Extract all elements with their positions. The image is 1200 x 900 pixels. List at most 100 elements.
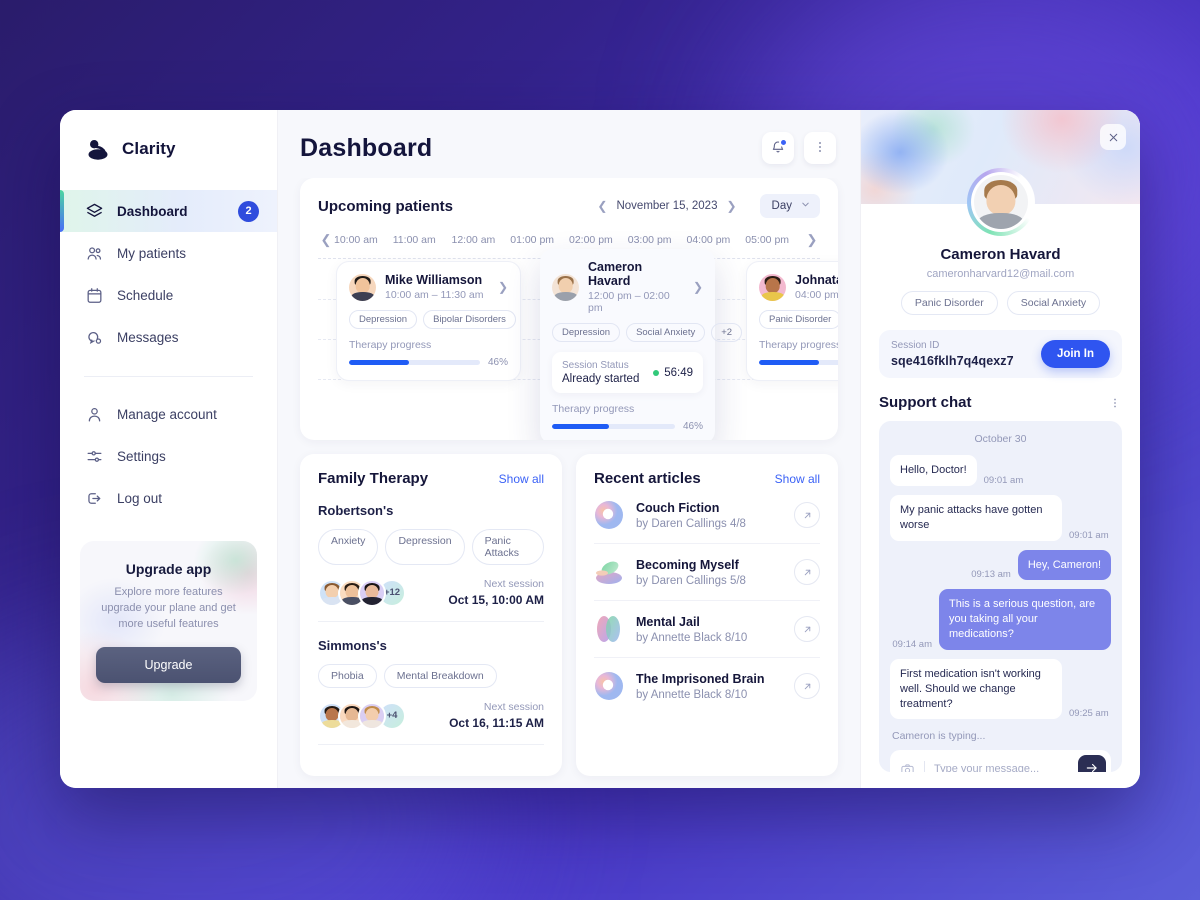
notifications-button[interactable] xyxy=(762,132,794,164)
chevron-right-icon[interactable]: ❯ xyxy=(498,280,508,294)
sidebar-item-manage-account[interactable]: Manage account xyxy=(60,393,277,435)
chevron-left-icon[interactable]: ❮ xyxy=(597,200,607,212)
article-thumbnail xyxy=(594,500,624,530)
profile-name: Cameron Havard xyxy=(940,246,1061,263)
chevron-right-icon[interactable]: ❯ xyxy=(726,200,736,212)
show-all-link[interactable]: Show all xyxy=(775,472,820,486)
chevron-down-icon xyxy=(800,199,811,213)
patient-tags: Depression Bipolar Disorders xyxy=(349,310,516,329)
sidebar-item-label: Dashboard xyxy=(117,203,188,219)
next-session-label: Next session xyxy=(483,578,544,590)
article-row[interactable]: Couch Fiction by Daren Callings 4/8 xyxy=(594,487,820,543)
patient-name: Cameron Havard xyxy=(588,260,643,288)
sidebar-divider xyxy=(84,376,253,377)
session-timer: 56:49 xyxy=(653,367,693,379)
live-dot-icon xyxy=(653,369,660,376)
patient-card-header: Mike Williamson 10:00 am – 11:30 am ❯ xyxy=(349,273,508,301)
article-row[interactable]: The Imprisoned Brain by Annette Black 8/… xyxy=(594,658,820,714)
patient-card-cameron[interactable]: Cameron Havard 12:00 pm – 02:00 pm ❯ Dep… xyxy=(540,249,743,440)
family-tags: Anxiety Depression Panic Attacks xyxy=(318,529,544,565)
sidebar-item-schedule[interactable]: Schedule xyxy=(60,274,277,316)
family-therapy-card: Family Therapy Show all Robertson's Anxi… xyxy=(300,454,562,776)
arrow-up-right-icon[interactable] xyxy=(794,559,820,585)
timeline-next-icon[interactable]: ❯ xyxy=(804,232,820,248)
tag-more: +2 xyxy=(711,323,743,342)
progress-label: Therapy progress xyxy=(759,339,838,351)
article-row[interactable]: Becoming Myself by Daren Callings 5/8 xyxy=(594,544,820,600)
family-name: Simmons's xyxy=(318,638,387,653)
date-navigation: ❮ November 15, 2023 ❯ Day xyxy=(597,194,820,218)
upcoming-title: Upcoming patients xyxy=(318,197,454,215)
arrow-up-right-icon[interactable] xyxy=(794,616,820,642)
join-in-button[interactable]: Join In xyxy=(1040,340,1110,368)
article-thumbnail xyxy=(594,557,624,587)
send-button[interactable] xyxy=(1078,755,1106,772)
timeline-slot: 12:00 am xyxy=(451,234,496,246)
sidebar-item-dashboard[interactable]: Dashboard 2 xyxy=(60,190,277,232)
family-tags: Phobia Mental Breakdown xyxy=(318,664,544,688)
view-select[interactable]: Day xyxy=(759,194,820,218)
show-all-link[interactable]: Show all xyxy=(499,472,544,486)
member-avatars: +12 xyxy=(318,578,406,607)
message-time: 09:01 am xyxy=(1069,529,1109,541)
more-vertical-icon[interactable] xyxy=(1108,396,1122,410)
arrow-up-right-icon[interactable] xyxy=(794,502,820,528)
progress-percent: 46% xyxy=(487,357,508,368)
sidebar-item-my-patients[interactable]: My patients xyxy=(60,232,277,274)
users-icon xyxy=(85,244,104,263)
app-window: Clarity Dashboard 2 My patients Schedule… xyxy=(60,110,1140,788)
tag: Panic Disorder xyxy=(900,291,998,315)
article-title: Mental Jail xyxy=(636,614,700,629)
session-id-box: Session ID sqe416fklh7q4qexz7 Join In xyxy=(879,330,1122,378)
patient-time: 12:00 pm – 02:00 pm xyxy=(588,290,670,314)
chat-message-out: 09:14 am This is a serious question, are… xyxy=(890,589,1111,650)
top-actions xyxy=(762,132,836,164)
message-time: 09:25 am xyxy=(1069,708,1109,720)
family-row: +4 Next session Oct 16, 11:15 AM xyxy=(318,701,544,730)
sidebar-item-log-out[interactable]: Log out xyxy=(60,477,277,519)
patient-profile: Cameron Havard cameronharvard12@mail.com… xyxy=(861,168,1140,315)
article-thumbnail xyxy=(594,614,624,644)
upgrade-button[interactable]: Upgrade xyxy=(96,646,241,683)
timeline-prev-icon[interactable]: ❮ xyxy=(318,232,334,248)
clarity-logo-icon xyxy=(85,136,111,162)
avatar xyxy=(358,701,386,730)
patient-card-johnatan[interactable]: Johnatan Amstrong 04:00 pm – 06:00 pm Pa… xyxy=(746,261,838,381)
family-row: +12 Next session Oct 15, 10:00 AM xyxy=(318,578,544,607)
timeline-hours: ❮ 10:00 am 11:00 am 12:00 am 01:00 pm 02… xyxy=(318,232,820,248)
article-row[interactable]: Mental Jail by Annette Black 8/10 xyxy=(594,601,820,657)
sidebar-item-messages[interactable]: Messages xyxy=(60,316,277,358)
brand: Clarity xyxy=(60,110,277,184)
arrow-up-right-icon[interactable] xyxy=(794,673,820,699)
more-vertical-icon xyxy=(812,139,828,158)
avatar xyxy=(349,273,376,301)
patient-name: Mike Williamson xyxy=(385,273,483,287)
sidebar-item-label: My patients xyxy=(117,245,187,261)
section-title: Recent articles xyxy=(594,470,701,487)
article-author: by Daren Callings 4/8 xyxy=(636,517,746,530)
patient-card-mike[interactable]: Mike Williamson 10:00 am – 11:30 am ❯ De… xyxy=(336,261,521,381)
more-options-button[interactable] xyxy=(804,132,836,164)
upgrade-title: Upgrade app xyxy=(125,561,212,577)
camera-icon[interactable] xyxy=(900,762,915,772)
session-status-label: Session Status xyxy=(562,360,629,371)
message-bubble: My panic attacks have gotten worse xyxy=(890,494,1062,541)
tag: Depression xyxy=(552,323,621,342)
sidebar-item-label: Schedule xyxy=(117,287,174,303)
patient-cards-area: Mike Williamson 10:00 am – 11:30 am ❯ De… xyxy=(318,249,838,440)
section-title: Family Therapy xyxy=(318,470,429,487)
patient-tags: Depression Social Anxiety +2 xyxy=(552,323,743,342)
chat-message-in: My panic attacks have gotten worse 09:01… xyxy=(890,494,1111,541)
sidebar-item-settings[interactable]: Settings xyxy=(60,435,277,477)
progress-row: 46% xyxy=(349,357,508,368)
main-content: Dashboard Upcoming patients ❮ November 1… xyxy=(278,110,860,788)
upcoming-patients-card: Upcoming patients ❮ November 15, 2023 ❯ … xyxy=(300,178,838,440)
article-author: by Daren Callings 5/8 xyxy=(636,574,746,587)
patient-card-header: Cameron Havard 12:00 pm – 02:00 pm ❯ xyxy=(552,260,703,314)
tag: Panic Disorder xyxy=(759,310,838,329)
calendar-icon xyxy=(85,286,104,305)
chevron-right-icon[interactable]: ❯ xyxy=(693,280,703,294)
message-input[interactable] xyxy=(934,763,1069,772)
timeline-slot: 04:00 pm xyxy=(686,234,731,246)
close-icon[interactable] xyxy=(1100,124,1126,150)
